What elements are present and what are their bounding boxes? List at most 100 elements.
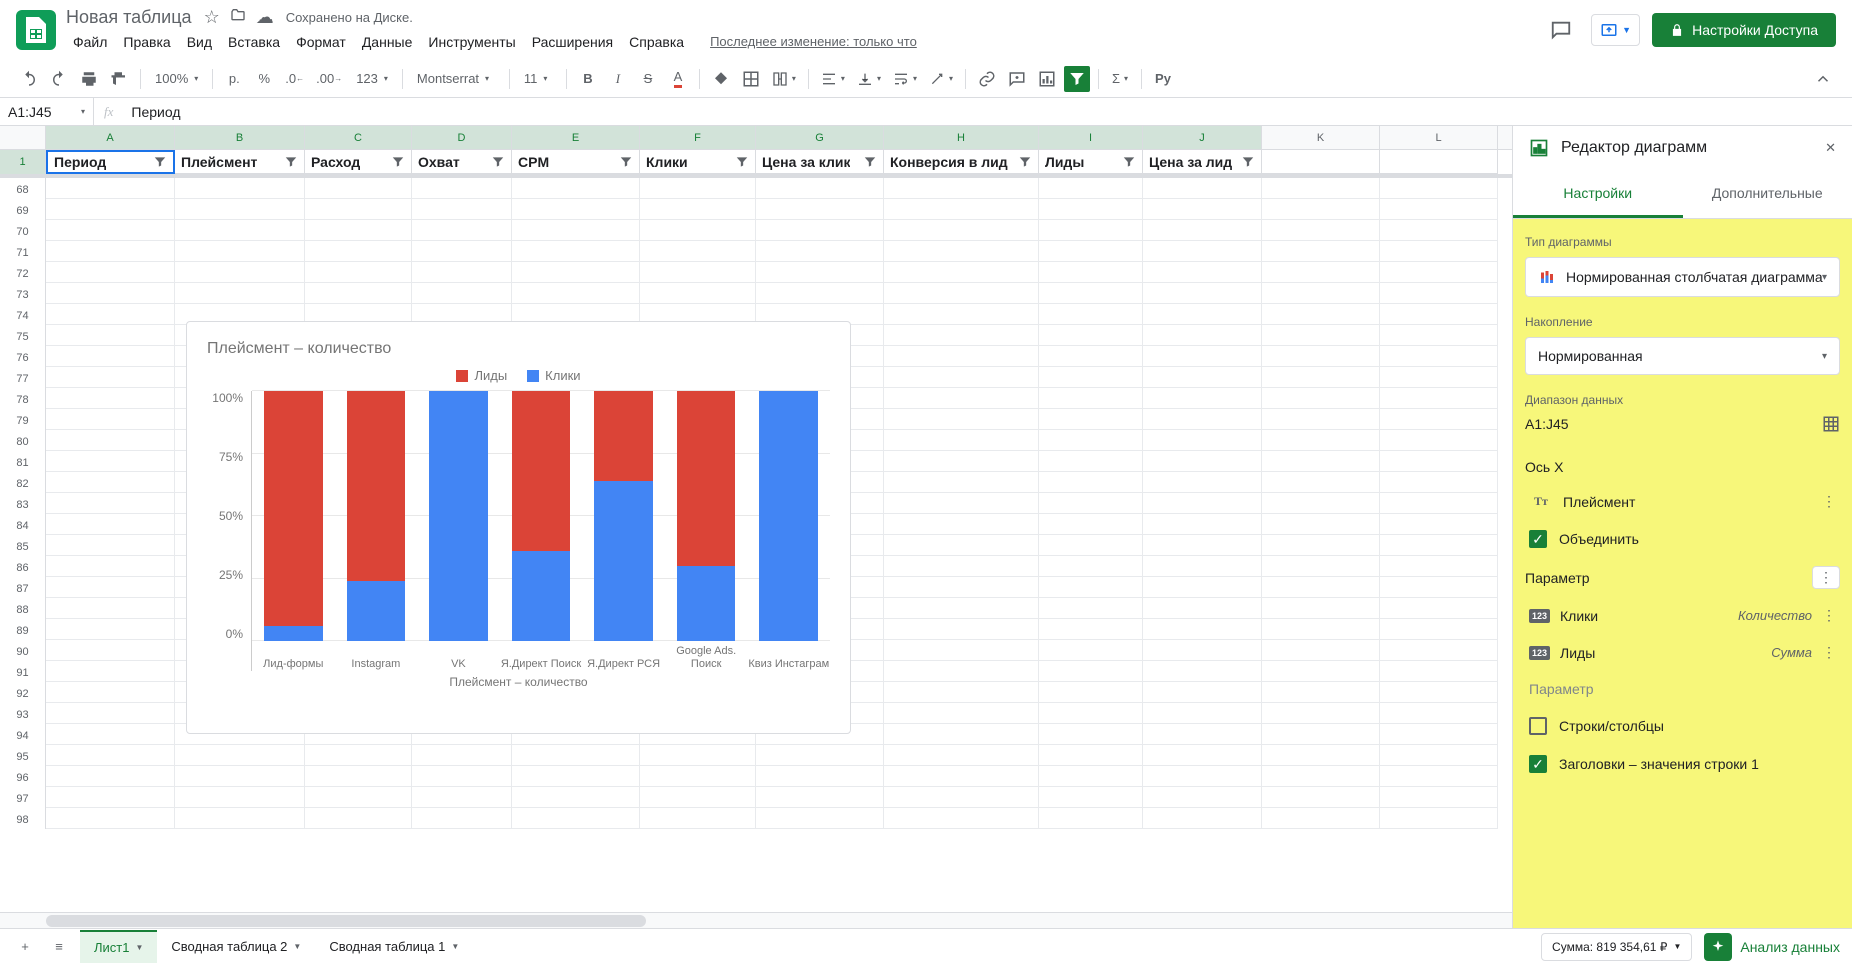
cell[interactable] — [1039, 745, 1143, 766]
valign-button[interactable] — [853, 66, 885, 92]
all-sheets-button[interactable]: ≡ — [46, 934, 72, 960]
cell[interactable] — [1039, 199, 1143, 220]
cell[interactable] — [1262, 619, 1380, 640]
col-header-L[interactable]: L — [1380, 126, 1498, 149]
row-header-74[interactable]: 74 — [0, 304, 46, 325]
cell[interactable] — [884, 388, 1039, 409]
cell[interactable] — [46, 640, 175, 661]
row-header-88[interactable]: 88 — [0, 598, 46, 619]
series-more-icon[interactable]: ⋮ — [1822, 607, 1836, 624]
cell[interactable] — [1039, 724, 1143, 745]
row-header-73[interactable]: 73 — [0, 283, 46, 304]
cell[interactable] — [1039, 493, 1143, 514]
cell[interactable] — [1380, 304, 1498, 325]
cell[interactable] — [1039, 640, 1143, 661]
fill-color-button[interactable] — [708, 66, 734, 92]
cell[interactable] — [884, 430, 1039, 451]
cell[interactable] — [1039, 619, 1143, 640]
cell[interactable] — [1039, 283, 1143, 304]
cell[interactable] — [46, 535, 175, 556]
sheet-tab[interactable]: Сводная таблица 2▼ — [157, 930, 315, 963]
cell[interactable] — [1143, 262, 1262, 283]
cell[interactable] — [305, 262, 412, 283]
menu-extensions[interactable]: Расширения — [525, 30, 620, 54]
cell[interactable] — [512, 766, 640, 787]
cell[interactable] — [175, 241, 305, 262]
data-range-value[interactable]: A1:J45 — [1525, 416, 1569, 432]
cell[interactable] — [756, 241, 884, 262]
cell[interactable] — [1143, 640, 1262, 661]
cell[interactable] — [46, 808, 175, 829]
cell[interactable] — [1262, 640, 1380, 661]
cell[interactable] — [1380, 787, 1498, 808]
cell[interactable] — [640, 745, 756, 766]
cell[interactable] — [1262, 808, 1380, 829]
filter-icon[interactable] — [491, 155, 505, 169]
cell[interactable] — [1380, 535, 1498, 556]
cell[interactable] — [884, 283, 1039, 304]
cell[interactable] — [1143, 472, 1262, 493]
cell[interactable] — [46, 556, 175, 577]
cell[interactable] — [1143, 409, 1262, 430]
cell[interactable] — [1262, 724, 1380, 745]
cell[interactable] — [1262, 682, 1380, 703]
cell[interactable] — [1143, 598, 1262, 619]
cell[interactable] — [412, 241, 512, 262]
cell[interactable] — [1143, 514, 1262, 535]
row-header-97[interactable]: 97 — [0, 787, 46, 808]
cell[interactable] — [1143, 451, 1262, 472]
cell[interactable] — [884, 787, 1039, 808]
cell[interactable] — [1143, 556, 1262, 577]
cell[interactable] — [640, 787, 756, 808]
cell[interactable] — [1262, 262, 1380, 283]
row-header-90[interactable]: 90 — [0, 640, 46, 661]
cell[interactable] — [412, 808, 512, 829]
row-header-80[interactable]: 80 — [0, 430, 46, 451]
cell[interactable] — [1262, 598, 1380, 619]
row-header-70[interactable]: 70 — [0, 220, 46, 241]
row-header-79[interactable]: 79 — [0, 409, 46, 430]
cell[interactable] — [1262, 367, 1380, 388]
cell[interactable] — [412, 745, 512, 766]
cell[interactable] — [175, 262, 305, 283]
cell[interactable] — [756, 745, 884, 766]
cell[interactable] — [1380, 514, 1498, 535]
cell[interactable] — [1039, 577, 1143, 598]
cell[interactable] — [1039, 661, 1143, 682]
header-cell-I[interactable]: Лиды — [1039, 150, 1143, 174]
explore-button[interactable] — [1704, 933, 1732, 961]
cell[interactable] — [1380, 598, 1498, 619]
cell[interactable] — [1143, 724, 1262, 745]
cell[interactable] — [305, 199, 412, 220]
cell[interactable] — [884, 640, 1039, 661]
headers-row1-checkbox[interactable]: ✓ — [1529, 755, 1547, 773]
header-cell-H[interactable]: Конверсия в лид — [884, 150, 1039, 174]
col-header-J[interactable]: J — [1143, 126, 1262, 149]
cell[interactable] — [640, 283, 756, 304]
cell[interactable] — [756, 262, 884, 283]
row-header-71[interactable]: 71 — [0, 241, 46, 262]
cell[interactable] — [1380, 346, 1498, 367]
col-header-I[interactable]: I — [1039, 126, 1143, 149]
row-header-69[interactable]: 69 — [0, 199, 46, 220]
cell[interactable] — [1039, 178, 1143, 199]
cell[interactable] — [46, 409, 175, 430]
col-header-C[interactable]: C — [305, 126, 412, 149]
cell[interactable] — [640, 178, 756, 199]
cell[interactable] — [1143, 346, 1262, 367]
cell[interactable] — [1143, 241, 1262, 262]
filter-icon[interactable] — [1122, 155, 1136, 169]
cell[interactable] — [1039, 703, 1143, 724]
cell[interactable] — [46, 220, 175, 241]
comment-button[interactable] — [1004, 66, 1030, 92]
cell[interactable] — [1143, 283, 1262, 304]
cell[interactable] — [1262, 304, 1380, 325]
row-header-95[interactable]: 95 — [0, 745, 46, 766]
cell[interactable] — [1039, 598, 1143, 619]
horizontal-scrollbar[interactable] — [0, 912, 1512, 928]
cell[interactable] — [1039, 808, 1143, 829]
cell[interactable] — [884, 409, 1039, 430]
cell[interactable] — [46, 514, 175, 535]
cell[interactable] — [884, 367, 1039, 388]
cell[interactable] — [1262, 472, 1380, 493]
